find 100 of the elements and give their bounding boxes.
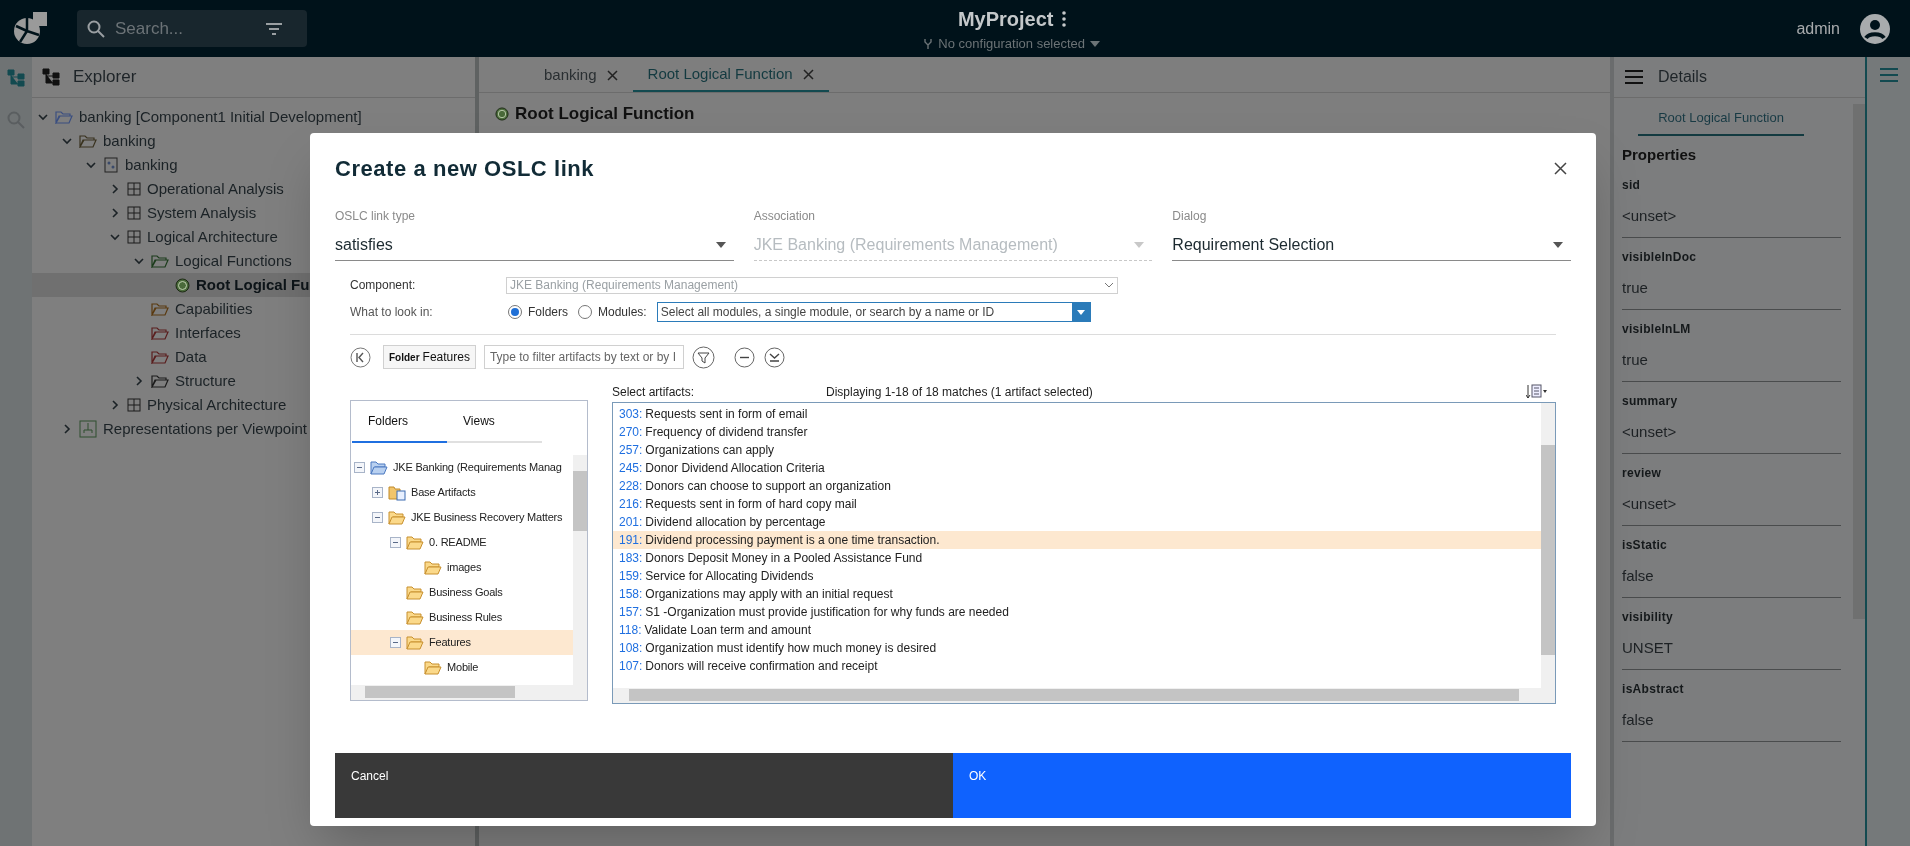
scrollbar[interactable] bbox=[351, 685, 587, 700]
panel-tab[interactable]: Views bbox=[447, 401, 542, 443]
collapse-icon[interactable] bbox=[390, 637, 401, 648]
tree-item[interactable]: banking bbox=[32, 129, 475, 153]
folder-icon bbox=[151, 374, 169, 388]
folder-item[interactable]: JKE Banking (Requirements Manag bbox=[351, 455, 573, 480]
chevron-right-icon[interactable] bbox=[109, 207, 121, 219]
property-value[interactable]: false bbox=[1622, 565, 1841, 598]
chevron-down-icon[interactable] bbox=[61, 135, 73, 147]
artifact-row[interactable]: 228: Donors can choose to support an organization bbox=[613, 477, 1541, 495]
sort-icon[interactable] bbox=[1526, 383, 1548, 400]
chevron-down-icon[interactable] bbox=[37, 111, 49, 123]
user-avatar-icon[interactable] bbox=[1860, 13, 1890, 44]
artifact-row[interactable]: 159: Service for Allocating Dividends bbox=[613, 567, 1541, 585]
property-value[interactable]: <unset> bbox=[1622, 421, 1841, 454]
field-label: Association bbox=[753, 208, 817, 225]
folder-item[interactable]: Business Rules bbox=[351, 605, 573, 630]
scrollbar[interactable] bbox=[573, 455, 587, 685]
property-value[interactable]: <unset> bbox=[1622, 205, 1841, 238]
more-icon[interactable] bbox=[1061, 10, 1066, 27]
chevron-right-icon[interactable] bbox=[109, 183, 121, 195]
artifact-row[interactable]: 183: Donors Deposit Money in a Pooled Assistance Fund bbox=[613, 549, 1541, 567]
folder-item[interactable]: Business Goals bbox=[351, 580, 573, 605]
tree-item[interactable]: banking [Component1 Initial Development] bbox=[32, 105, 475, 129]
chevron-down-icon[interactable] bbox=[85, 159, 97, 171]
chevron-right-icon[interactable] bbox=[61, 423, 73, 435]
close-icon[interactable] bbox=[802, 68, 814, 80]
section-title: Properties bbox=[1622, 144, 1698, 165]
close-icon[interactable] bbox=[606, 69, 618, 81]
folder-item[interactable]: Base Artifacts bbox=[351, 480, 573, 505]
artifact-row[interactable]: 257: Organizations can apply bbox=[613, 441, 1541, 459]
property-value[interactable]: UNSET bbox=[1622, 637, 1841, 670]
artifact-row[interactable]: 245: Donor Dividend Allocation Criteria bbox=[613, 459, 1541, 477]
match-count: Displaying 1-18 of 18 matches (1 artifact selected) bbox=[826, 383, 1094, 401]
folder-item[interactable]: images bbox=[351, 555, 573, 580]
collapse-icon[interactable] bbox=[354, 462, 365, 473]
search-field[interactable]: Search... bbox=[115, 15, 255, 42]
collapse-all-icon[interactable] bbox=[733, 346, 755, 368]
property-label: visibleInLM bbox=[1622, 321, 1692, 338]
property-value[interactable]: <unset> bbox=[1622, 493, 1841, 526]
tree-icon bbox=[41, 68, 61, 86]
artifact-row[interactable]: 158: Organizations may apply with an initial request bbox=[613, 585, 1541, 603]
model-folder-icon bbox=[79, 134, 97, 148]
property-label: isAbstract bbox=[1622, 681, 1685, 698]
function-icon bbox=[495, 106, 509, 121]
artifact-row[interactable]: 107: Donors will receive confirmation and receipt bbox=[613, 657, 1541, 675]
property-value[interactable]: true bbox=[1622, 277, 1841, 310]
collapse-icon[interactable] bbox=[390, 537, 401, 548]
folder-item[interactable]: JKE Business Recovery Matters bbox=[351, 505, 573, 530]
artifact-row[interactable]: 157: S1 -Organization must provide justification for why funds are needed bbox=[613, 603, 1541, 621]
radio-option[interactable]: Modules: bbox=[578, 302, 647, 321]
artifact-row[interactable]: 108: Organization must identify how much money is desired bbox=[613, 639, 1541, 657]
artifact-row[interactable]: 303: Requests sent in form of email bbox=[613, 405, 1541, 423]
close-icon[interactable] bbox=[1554, 162, 1567, 175]
artifact-row[interactable]: 191: Dividend processing payment is a one time transaction. bbox=[613, 531, 1541, 549]
tree-item[interactable]: Interfaces bbox=[32, 321, 475, 345]
artifact-row[interactable]: 216: Requests sent in form of hard copy mail bbox=[613, 495, 1541, 513]
property-value[interactable]: false bbox=[1622, 709, 1841, 742]
scope-button[interactable]: Folder Features bbox=[383, 345, 476, 369]
artifact-row[interactable]: 201: Dividend allocation by percentage bbox=[613, 513, 1541, 531]
folder-icon bbox=[151, 254, 169, 268]
function-icon bbox=[175, 277, 190, 293]
select-field[interactable]: Requirement Selection bbox=[1172, 229, 1571, 261]
dropdown-caret-icon[interactable] bbox=[715, 241, 726, 248]
expand-all-icon[interactable] bbox=[763, 346, 785, 368]
dropdown-caret-icon[interactable] bbox=[1090, 40, 1101, 47]
tree-item[interactable]: Structure bbox=[32, 369, 475, 393]
select-field[interactable]: satisfies bbox=[335, 229, 734, 261]
scrollbar[interactable] bbox=[1541, 403, 1555, 688]
property-value[interactable]: true bbox=[1622, 349, 1841, 382]
ok-button[interactable]: OK bbox=[953, 753, 1571, 818]
collapse-icon[interactable] bbox=[372, 512, 383, 523]
panel-tab[interactable]: Folders bbox=[352, 401, 447, 443]
folder-item[interactable]: Mobile bbox=[351, 655, 573, 680]
property-label: sid bbox=[1622, 177, 1642, 194]
search-icon bbox=[87, 19, 105, 38]
dropdown-caret-icon[interactable] bbox=[1553, 241, 1563, 248]
menu-icon[interactable] bbox=[1624, 69, 1644, 85]
artifact-row[interactable]: 270: Frequency of dividend transfer bbox=[613, 423, 1541, 441]
filter-field[interactable]: Type to filter artifacts by text or by I bbox=[483, 345, 684, 369]
chevron-right-icon[interactable] bbox=[109, 399, 121, 411]
first-page-icon[interactable] bbox=[350, 346, 371, 368]
chevron-right-icon[interactable] bbox=[133, 375, 145, 387]
menu-icon[interactable] bbox=[1878, 67, 1899, 83]
filter-icon[interactable] bbox=[691, 345, 715, 369]
folder-item[interactable]: Features bbox=[351, 630, 573, 655]
configuration-selector[interactable]: No configuration selected bbox=[923, 33, 1101, 54]
search-bar[interactable]: Search... bbox=[77, 10, 307, 47]
dropdown-button-icon[interactable] bbox=[1071, 302, 1090, 321]
artifact-row[interactable]: 118: Validate Loan term and amount bbox=[613, 621, 1541, 639]
cancel-button[interactable]: Cancel bbox=[335, 753, 953, 818]
user-name: admin bbox=[1796, 18, 1840, 39]
chevron-down-icon[interactable] bbox=[133, 255, 145, 267]
filter-icon[interactable] bbox=[265, 22, 283, 35]
expand-icon[interactable] bbox=[372, 487, 383, 498]
scrollbar[interactable] bbox=[613, 688, 1555, 703]
chevron-down-icon[interactable] bbox=[109, 231, 121, 243]
radio-option[interactable]: Folders bbox=[508, 302, 568, 321]
folder-item[interactable]: 0. README bbox=[351, 530, 573, 555]
scrollbar[interactable] bbox=[1853, 104, 1865, 619]
